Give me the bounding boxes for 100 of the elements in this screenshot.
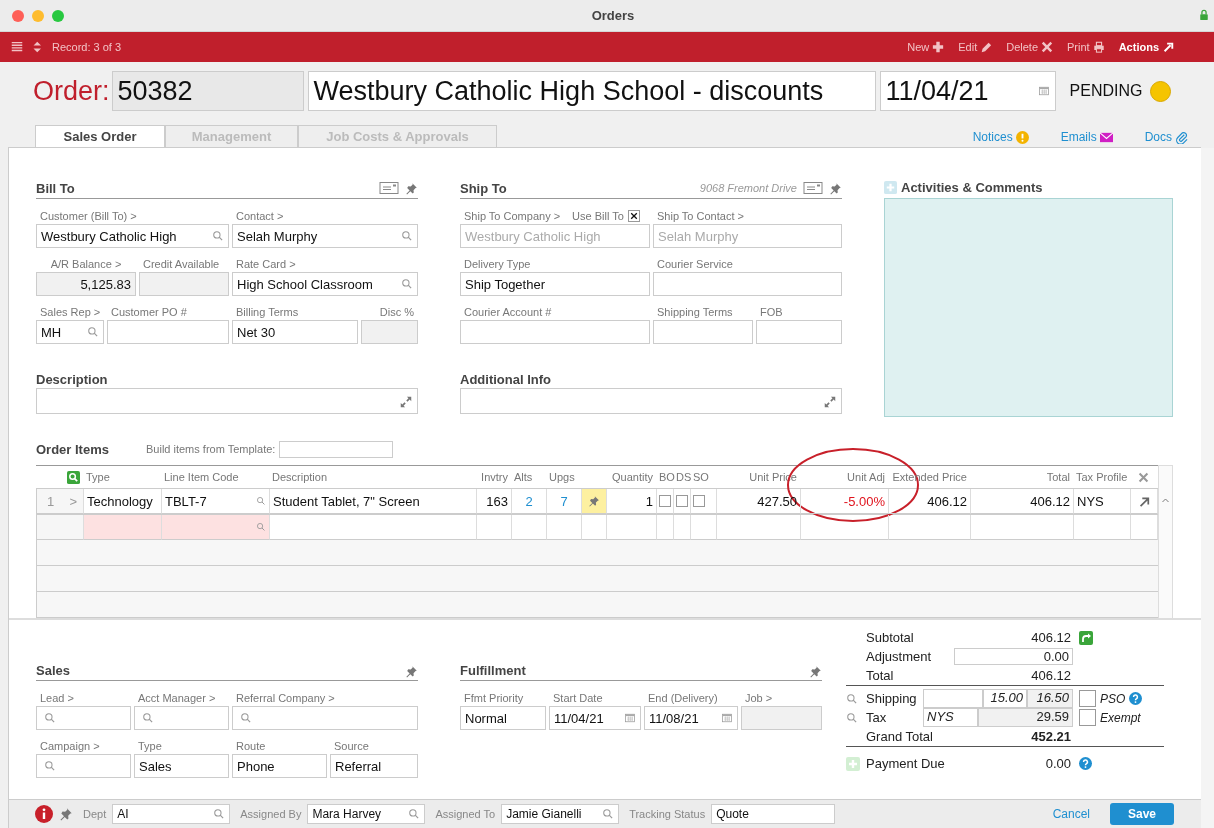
checkbox[interactable] xyxy=(1079,690,1096,707)
input-field[interactable] xyxy=(756,320,842,344)
toolbar-button[interactable]: Print xyxy=(1067,41,1105,53)
input-field[interactable]: 11/04/21 xyxy=(549,706,641,730)
search-icon[interactable] xyxy=(401,278,413,290)
input-field[interactable]: Phone xyxy=(232,754,327,778)
search-icon[interactable] xyxy=(87,326,99,338)
field-label: Billing Terms xyxy=(236,305,299,318)
arrow-icon[interactable] xyxy=(1138,495,1150,507)
template-field[interactable] xyxy=(279,440,394,458)
close-button[interactable] xyxy=(12,9,24,22)
pin-icon[interactable] xyxy=(829,181,842,195)
input-field[interactable] xyxy=(232,706,418,730)
calendar-icon[interactable] xyxy=(1037,85,1050,97)
search-icon[interactable] xyxy=(256,496,266,506)
table-cell[interactable] xyxy=(84,515,162,540)
input-field[interactable]: 15.00 xyxy=(983,689,1027,708)
window-title: Orders xyxy=(590,8,636,23)
input-field[interactable] xyxy=(460,320,650,344)
pin-icon[interactable] xyxy=(405,665,418,678)
input-field[interactable]: Mara Harvey xyxy=(307,804,426,824)
input-field[interactable]: NYS xyxy=(923,708,978,727)
search-icon[interactable] xyxy=(408,808,421,820)
help-icon[interactable] xyxy=(1079,757,1092,770)
save-button[interactable]: Save xyxy=(1110,803,1174,825)
search-icon[interactable] xyxy=(846,692,858,705)
table-cell[interactable] xyxy=(162,515,270,540)
section-title: Description xyxy=(36,372,109,388)
pin-icon[interactable] xyxy=(405,181,418,195)
toolbar-button[interactable]: Actions xyxy=(1118,41,1174,53)
input-field[interactable]: 11/08/21 xyxy=(644,706,738,730)
scroll-bar[interactable] xyxy=(1201,148,1214,828)
input-field[interactable]: Westbury Catholic High xyxy=(36,224,229,248)
up-down-arrows-icon[interactable] xyxy=(32,39,44,55)
input-field[interactable] xyxy=(107,320,229,344)
menu-icon[interactable] xyxy=(10,40,24,54)
input-field[interactable] xyxy=(653,272,842,296)
search-icon[interactable] xyxy=(44,760,56,772)
search-icon[interactable] xyxy=(401,230,413,242)
input-field[interactable]: Referral xyxy=(330,754,418,778)
toolbar-button[interactable]: Delete xyxy=(1006,41,1054,53)
checkbox[interactable] xyxy=(1079,709,1096,726)
input-field[interactable]: Net 30 xyxy=(232,320,358,344)
pin-icon[interactable] xyxy=(809,665,822,678)
date-field[interactable]: 11/04/21 xyxy=(879,71,1056,111)
calendar-icon[interactable] xyxy=(624,712,636,724)
search-icon[interactable] xyxy=(240,712,252,724)
field-label: Customer PO # xyxy=(111,305,187,318)
input-field[interactable]: AI xyxy=(112,804,231,824)
checkbox[interactable] xyxy=(676,495,688,507)
expand-icon[interactable] xyxy=(399,395,413,409)
input-field[interactable]: Selah Murphy xyxy=(232,224,418,248)
order-title-field[interactable]: Westbury Catholic High School - discounts xyxy=(307,71,876,111)
input-field[interactable] xyxy=(36,706,131,730)
field-label: Start Date xyxy=(553,691,603,704)
input-field[interactable]: Ship Together xyxy=(460,272,650,296)
input-field[interactable]: Jamie Gianelli xyxy=(501,804,620,824)
search-icon[interactable] xyxy=(67,470,80,484)
search-icon[interactable] xyxy=(256,522,266,532)
pin-icon[interactable] xyxy=(59,807,73,821)
input-field[interactable]: 0.00 xyxy=(954,648,1073,665)
toolbar-button[interactable]: Edit xyxy=(958,41,993,53)
search-icon[interactable] xyxy=(846,711,858,724)
info-icon[interactable] xyxy=(35,805,53,823)
scroll-bar[interactable] xyxy=(1158,465,1173,618)
toolbar-button[interactable]: New xyxy=(907,41,945,53)
plus-icon xyxy=(932,41,945,53)
search-icon[interactable] xyxy=(142,712,154,724)
pin-icon[interactable] xyxy=(588,495,600,507)
column-header: DS xyxy=(676,471,692,483)
help-icon[interactable] xyxy=(1129,692,1143,705)
caret-up-icon[interactable] xyxy=(1161,496,1170,505)
minimize-button[interactable] xyxy=(32,9,44,22)
checkbox[interactable] xyxy=(693,495,705,507)
card-icon[interactable] xyxy=(803,180,823,196)
zoom-button[interactable] xyxy=(52,9,64,22)
section-title: Order Items xyxy=(36,441,109,457)
input-field[interactable] xyxy=(653,320,753,344)
search-icon[interactable] xyxy=(212,230,224,242)
search-icon[interactable] xyxy=(213,808,226,820)
tab[interactable]: Sales Order xyxy=(35,125,165,147)
close-icon[interactable] xyxy=(1138,471,1149,483)
calendar-icon[interactable] xyxy=(721,712,733,724)
input-field[interactable] xyxy=(134,706,229,730)
input-field[interactable]: Sales xyxy=(134,754,229,778)
input-field[interactable] xyxy=(36,754,131,778)
expand-icon[interactable] xyxy=(823,395,837,409)
checkbox[interactable] xyxy=(659,495,671,507)
search-icon[interactable] xyxy=(44,712,56,724)
card-icon[interactable] xyxy=(379,180,399,196)
envelope-icon xyxy=(1099,130,1113,144)
checkbox[interactable] xyxy=(627,209,640,222)
input-field[interactable]: High School Classroom xyxy=(232,272,418,296)
input-field[interactable]: Normal xyxy=(460,706,546,730)
search-icon[interactable] xyxy=(602,808,615,820)
refresh-icon[interactable] xyxy=(1079,630,1093,645)
input-field[interactable]: MH xyxy=(36,320,104,344)
input-field[interactable]: Quote xyxy=(711,804,836,824)
input-field[interactable] xyxy=(923,689,983,708)
field-label: Tracking Status xyxy=(629,808,706,820)
